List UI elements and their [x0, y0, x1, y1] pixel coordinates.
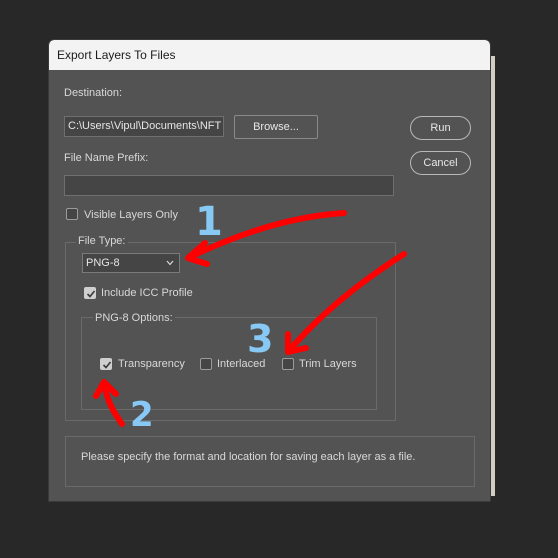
annotation-overlay: 1 2 3: [93, 199, 407, 435]
annotation-number-2: 2: [130, 395, 154, 435]
red-arrow-2: [93, 379, 125, 427]
annotation-number-3: 3: [247, 317, 273, 361]
red-arrow-3: [285, 251, 407, 355]
annotation-number-1: 1: [195, 199, 223, 245]
